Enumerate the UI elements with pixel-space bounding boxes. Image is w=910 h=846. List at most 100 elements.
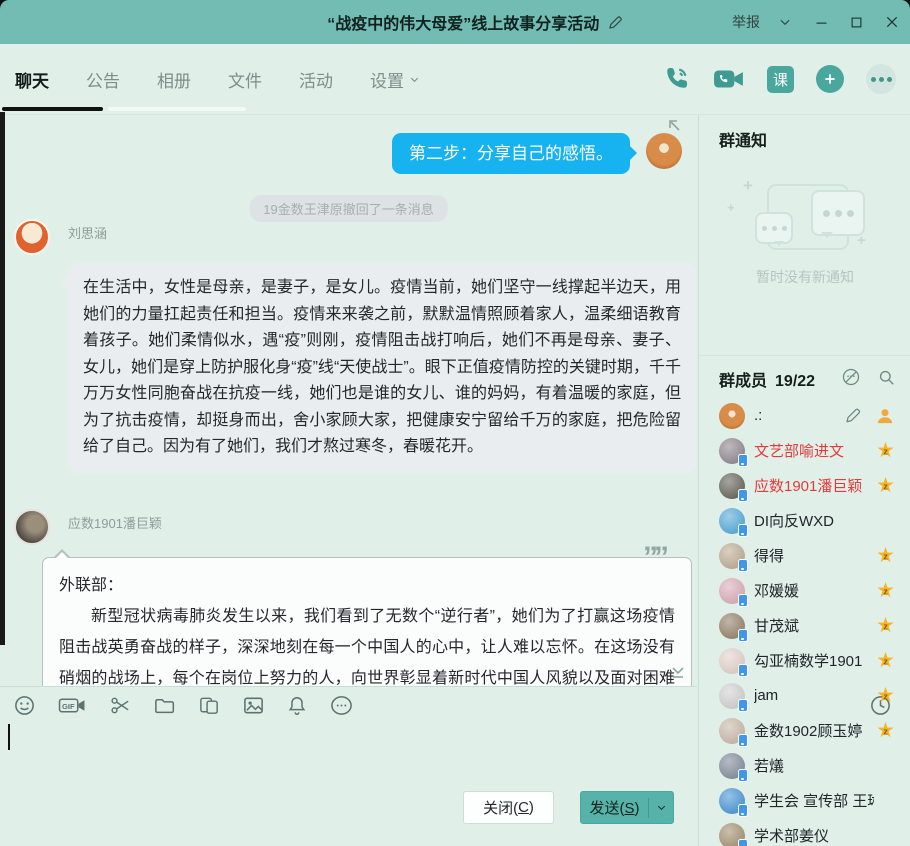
close-button[interactable] [884, 14, 900, 30]
chevron-down-icon[interactable] [778, 15, 792, 29]
emoji-icon[interactable] [13, 694, 36, 717]
member-row[interactable]: 文艺部喻进文 ★z [699, 433, 910, 468]
member-avatar [719, 648, 745, 674]
activity-star-badge: ★z [876, 440, 895, 461]
activity-star-badge: ★z [876, 650, 895, 671]
member-avatar [719, 508, 745, 534]
mobile-online-badge [738, 489, 748, 502]
tab-album[interactable]: 相册 [157, 67, 191, 92]
footer-buttons: 关闭(C) 发送(S) [0, 786, 697, 846]
member-avatar [719, 683, 745, 709]
member-avatar [719, 543, 745, 569]
member-row[interactable]: 甘茂斌 ★z [699, 608, 910, 643]
chat-message-area[interactable]: 第二步：分享自己的感悟。 19金数王津原撤回了一条消息 刘思涵 在生活中，女性是… [0, 115, 697, 686]
sidebar: 群通知 + + + 暂时没有新通知 群成员 19/22 [698, 115, 910, 846]
member-name: jam [754, 687, 778, 704]
more-tools-icon[interactable] [329, 694, 354, 717]
edit-icon[interactable] [844, 406, 863, 425]
activity-star-badge: ★z [876, 475, 895, 496]
incoming-message: 刘思涵 在生活中，女性是母亲，是妻子，是女儿。疫情当前，她们坚守一线撑起半边天，… [14, 219, 684, 473]
tab-underline-groove [108, 107, 246, 111]
chevron-down-icon [409, 74, 420, 85]
sender-name: 刘思涵 [68, 223, 107, 242]
voice-call-icon[interactable] [661, 64, 691, 94]
member-avatar [719, 753, 745, 779]
long-message-box[interactable]: ”” 外联部： 新型冠状病毒肺炎发生以来，我们看到了无数个“逆行者”，她们为了打… [42, 557, 692, 686]
gif-icon[interactable]: GIF [57, 694, 87, 717]
collapse-icon[interactable] [667, 118, 683, 134]
expand-icon[interactable] [669, 665, 687, 681]
more-icon[interactable] [866, 64, 896, 94]
member-row[interactable]: 学术部姜仪 ★z [699, 818, 910, 846]
tab-announcement[interactable]: 公告 [86, 67, 120, 92]
member-name: 学生会 宣传部 王琳 [754, 790, 874, 811]
send-button[interactable]: 发送(S) [580, 791, 674, 824]
member-row[interactable]: 邓媛媛 ★z [699, 573, 910, 608]
activity-star-badge: ★z [876, 720, 895, 741]
member-name: 学术部姜仪 [754, 825, 829, 846]
message-box-text: 新型冠状病毒肺炎发生以来，我们看到了无数个“逆行者”，她们为了打赢这场疫情阻击战… [59, 601, 675, 686]
member-row[interactable]: 金数1902顾玉婷 ★z [699, 713, 910, 748]
mute-all-icon[interactable] [841, 367, 861, 387]
tab-settings-label: 设置 [370, 67, 404, 92]
member-name: 邓媛媛 [754, 580, 799, 601]
member-row[interactable]: 学生会 宣传部 王琳 ★z [699, 783, 910, 818]
mobile-online-badge [738, 804, 748, 817]
mobile-online-badge [738, 664, 748, 677]
member-name: 得得 [754, 545, 784, 566]
close-label: 关闭( [483, 797, 518, 818]
owner-person-icon [875, 406, 895, 426]
svg-text:GIF: GIF [62, 701, 75, 710]
member-avatar [719, 718, 745, 744]
minimize-button[interactable] [814, 15, 829, 30]
message-bubble[interactable]: 在生活中，女性是母亲，是妻子，是女儿。疫情当前，她们坚守一线撑起半边天，用她们的… [68, 263, 696, 473]
send-options-dropdown[interactable] [649, 802, 673, 813]
member-row[interactable]: 勾亚楠数学1901 ★z [699, 643, 910, 678]
members-title: 群成员 19/22 [719, 367, 815, 391]
mobile-online-badge [738, 594, 748, 607]
maximize-button[interactable] [849, 15, 864, 30]
avatar[interactable] [14, 219, 50, 255]
member-avatar [719, 438, 745, 464]
add-icon[interactable] [816, 65, 844, 93]
search-icon[interactable] [877, 368, 896, 387]
tab-chat[interactable]: 聊天 [15, 67, 49, 92]
message-input[interactable] [0, 722, 697, 786]
member-list[interactable]: .: ★z 文艺部喻进文 ★z [699, 398, 910, 846]
divider [0, 686, 697, 687]
member-row[interactable]: 得得 ★z [699, 538, 910, 573]
close-chat-button[interactable]: 关闭(C) [463, 791, 554, 824]
report-button[interactable]: 举报 [732, 12, 760, 32]
activity-star-badge: ★z [876, 615, 895, 636]
edit-title-icon[interactable] [607, 14, 624, 31]
activity-star-badge: ★z [876, 580, 895, 601]
member-avatar [719, 403, 745, 429]
mobile-online-badge [738, 559, 748, 572]
mobile-online-badge [738, 734, 748, 747]
video-call-icon[interactable] [713, 66, 745, 92]
tab-activities[interactable]: 活动 [299, 67, 333, 92]
tab-bar: 聊天 公告 相册 文件 活动 设置 [0, 44, 910, 115]
screenshot-icon[interactable] [108, 694, 132, 717]
activity-star-badge: ★z [876, 545, 895, 566]
member-row[interactable]: DI向反WXD ★z [699, 503, 910, 538]
tab-settings[interactable]: 设置 [370, 67, 420, 92]
message-bubble[interactable]: 第二步：分享自己的感悟。 [392, 133, 630, 174]
activity-star-badge: ★z [876, 685, 895, 706]
class-badge[interactable]: 课 [767, 66, 794, 93]
avatar[interactable] [14, 509, 50, 545]
file-icon[interactable] [153, 694, 176, 717]
member-row[interactable]: .: ★z [699, 398, 910, 433]
tab-files[interactable]: 文件 [228, 67, 262, 92]
member-row[interactable]: jam ★z [699, 678, 910, 713]
sender-name: 应数1901潘巨颖 [68, 513, 162, 532]
image-icon[interactable] [242, 694, 265, 717]
mobile-online-badge [738, 839, 748, 846]
member-row[interactable]: 应数1901潘巨颖 ★z [699, 468, 910, 503]
avatar[interactable] [646, 133, 682, 169]
member-row[interactable]: 若燨 ★z [699, 748, 910, 783]
owner-icons [844, 406, 895, 426]
shake-icon[interactable] [286, 694, 308, 717]
screen-share-icon[interactable] [197, 694, 221, 717]
background-artifact [0, 112, 5, 645]
